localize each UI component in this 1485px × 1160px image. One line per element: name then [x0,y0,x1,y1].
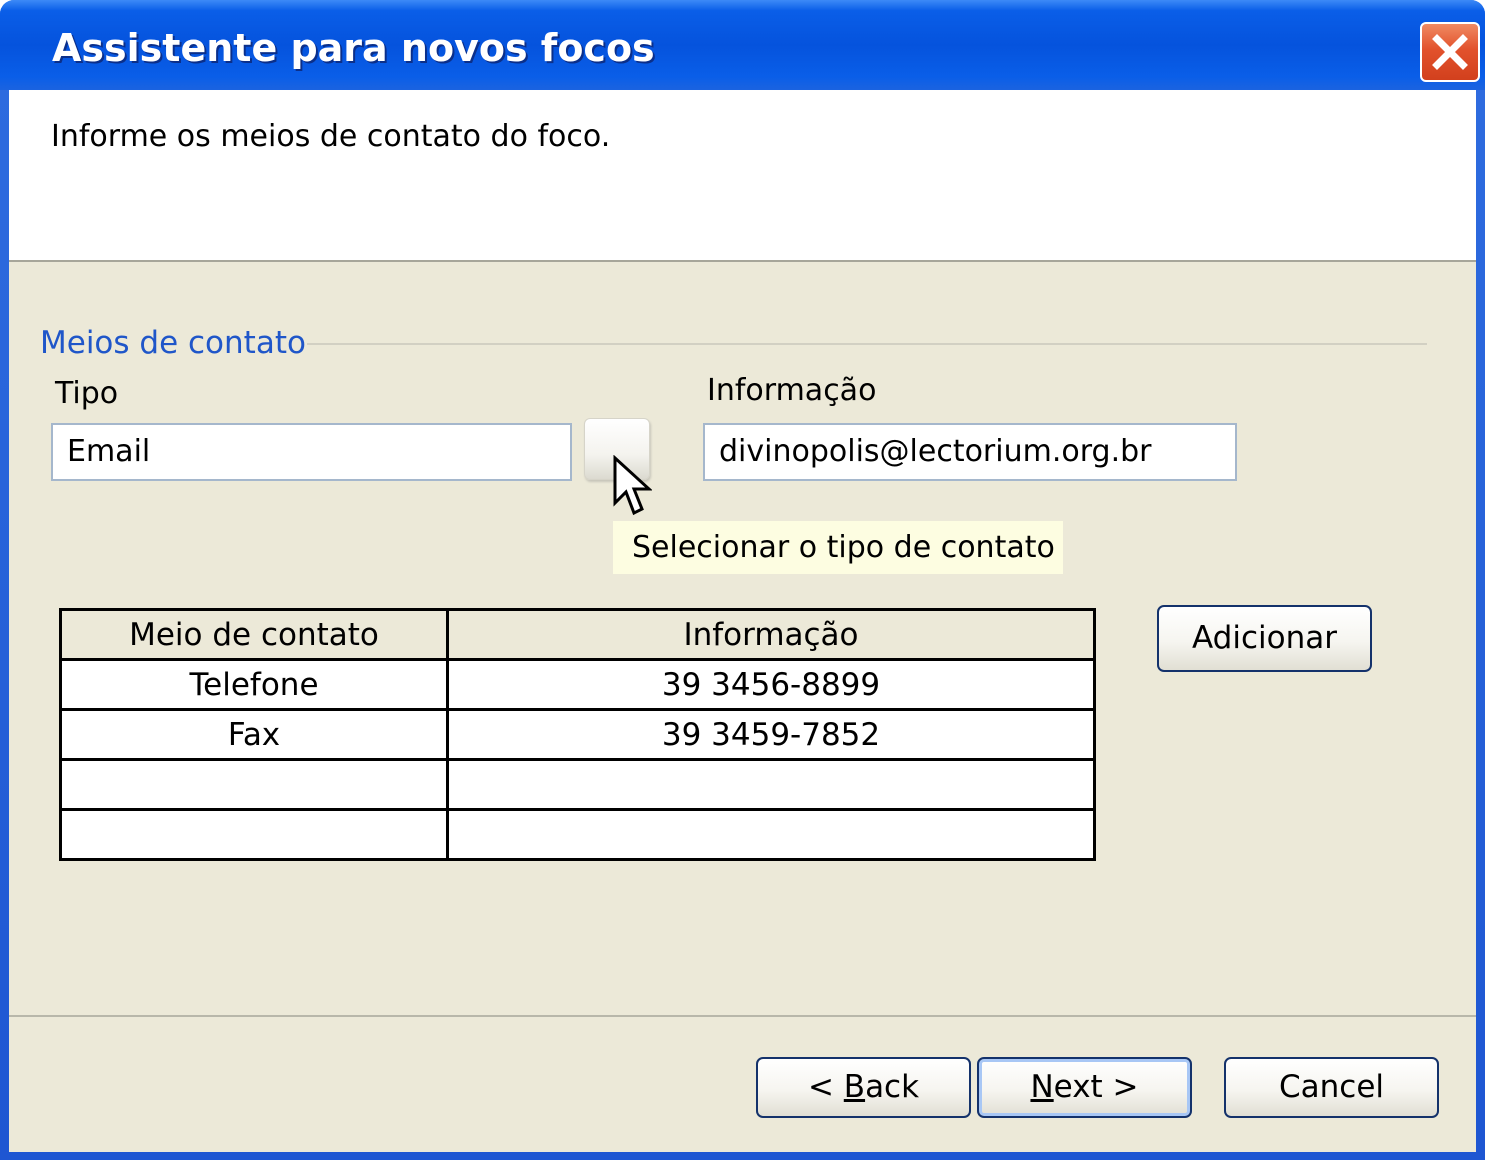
group-label: Meios de contato [40,325,306,361]
back-mnemonic: B [843,1069,866,1105]
column-header-informacao[interactable]: Informação [446,608,1096,661]
tipo-field[interactable]: Email [51,423,572,481]
add-button[interactable]: Adicionar [1157,605,1372,672]
table-row[interactable]: Telefone 39 3456-8899 [59,658,1096,711]
back-prefix: < [807,1069,844,1105]
back-label-rest: ack [865,1069,920,1105]
close-x-icon [1432,34,1468,70]
table-header-row: Meio de contato Informação [59,608,1096,661]
mouse-pointer-icon [613,455,652,516]
dialog-body: Informe os meios de contato do foco. Mei… [9,90,1476,1152]
table-cell[interactable] [59,758,449,811]
column-header-meio[interactable]: Meio de contato [59,608,449,661]
wizard-header: Informe os meios de contato do foco. [9,90,1476,262]
table-row[interactable] [59,758,1096,811]
instruction-text: Informe os meios de contato do foco. [51,119,611,154]
group-divider [307,343,1427,345]
next-mnemonic: N [1030,1069,1054,1105]
table-cell[interactable]: 39 3456-8899 [446,658,1096,711]
table-cell[interactable]: 39 3459-7852 [446,708,1096,761]
next-label-rest: ext > [1053,1069,1139,1105]
informacao-field[interactable]: divinopolis@lectorium.org.br [703,423,1237,481]
tooltip: Selecionar o tipo de contato [613,521,1063,574]
table-cell[interactable]: Fax [59,708,449,761]
title-bar[interactable]: Assistente para novos focos [0,0,1485,90]
back-button[interactable]: < Back [756,1057,971,1118]
next-button[interactable]: Next > [977,1057,1192,1118]
contacts-table: Meio de contato Informação Telefone 39 3… [59,608,1096,861]
table-row[interactable] [59,808,1096,861]
table-cell[interactable] [446,758,1096,811]
footer-divider [9,1015,1476,1017]
table-row[interactable]: Fax 39 3459-7852 [59,708,1096,761]
window-title: Assistente para novos focos [52,26,655,70]
table-cell[interactable]: Telefone [59,658,449,711]
close-button[interactable] [1420,22,1480,82]
table-cell[interactable] [446,808,1096,861]
tipo-label: Tipo [55,376,119,411]
dialog-window: Assistente para novos focos Informe os m… [0,0,1485,1160]
cancel-button[interactable]: Cancel [1224,1057,1439,1118]
table-cell[interactable] [59,808,449,861]
informacao-label: Informação [707,373,877,408]
